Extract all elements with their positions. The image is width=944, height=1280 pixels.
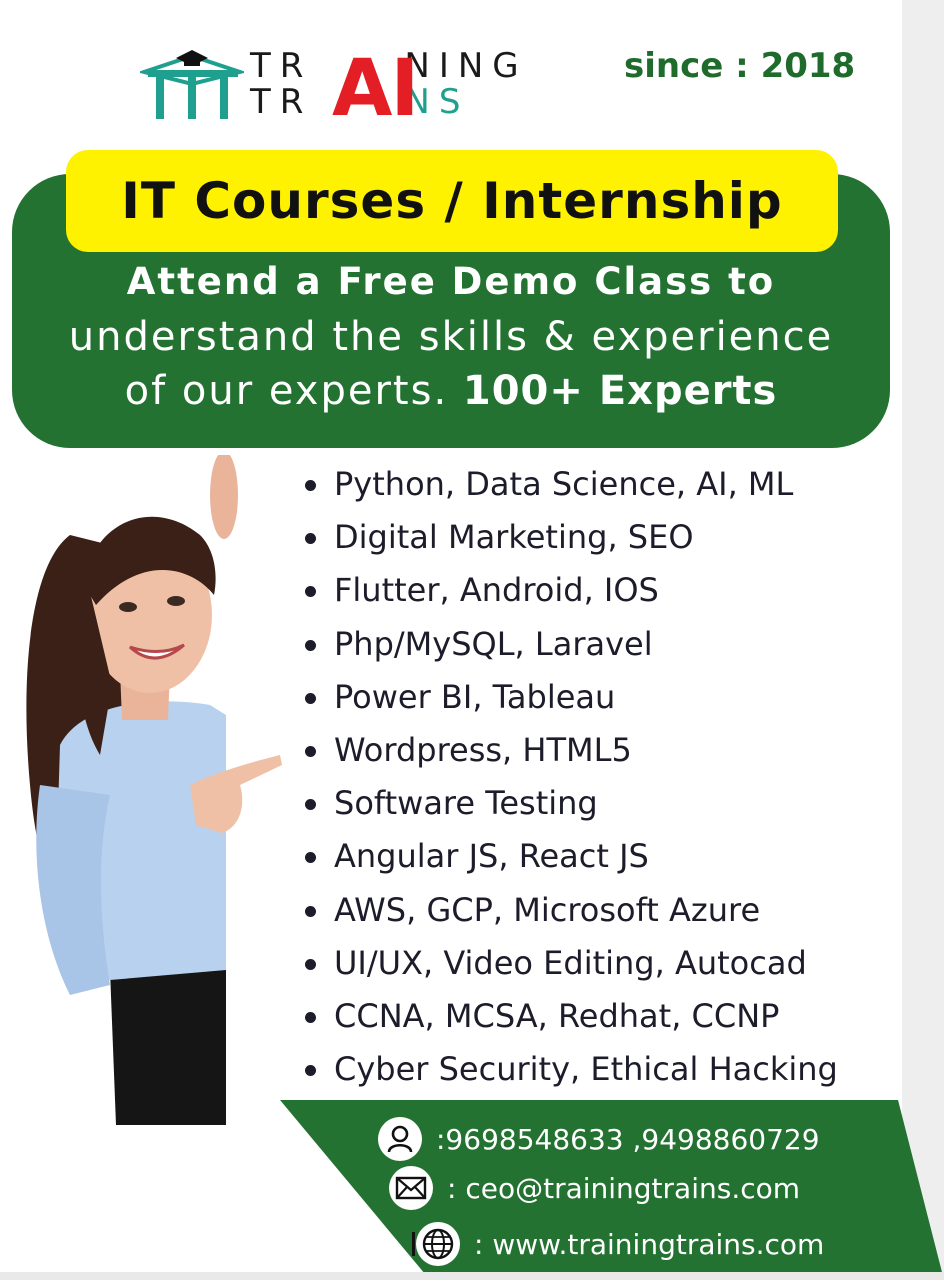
course-item: Wordpress, HTML5	[300, 724, 838, 777]
offer-line-1: Attend a Free Demo Class to	[126, 260, 776, 303]
page-bottom-edge	[0, 1272, 944, 1280]
bullet-icon	[305, 1065, 316, 1077]
contact-website: : www.trainingtrains.com	[416, 1222, 824, 1266]
offer-line-2: understand the skills & experience	[68, 314, 834, 360]
person-icon	[378, 1117, 422, 1161]
course-item: Flutter, Android, IOS	[300, 564, 838, 617]
bullet-icon	[305, 480, 316, 491]
offer-line-3: of our experts. 100+ Experts	[12, 368, 890, 414]
bullet-icon	[305, 905, 316, 917]
training-trains-logo: TR NING TR NS AI	[140, 40, 520, 130]
bullet-icon	[305, 852, 316, 864]
headline: IT Courses / Internship	[121, 172, 783, 230]
course-item: Python, Data Science, AI, ML	[300, 458, 838, 511]
bullet-icon	[305, 586, 316, 598]
gate-icon	[140, 50, 244, 119]
bullet-icon	[305, 639, 316, 651]
bullet-icon	[305, 958, 316, 970]
phone-numbers[interactable]: :9698548633 ,9498860729	[436, 1123, 820, 1156]
contact-email: : ceo@trainingtrains.com	[389, 1166, 800, 1210]
bullet-icon	[305, 692, 316, 704]
bullet-icon	[305, 799, 316, 811]
logo-ai-mark: AI	[332, 44, 419, 134]
email-address[interactable]: : ceo@trainingtrains.com	[447, 1172, 800, 1205]
course-item: AWS, GCP, Microsoft Azure	[300, 884, 838, 937]
bullet-icon	[305, 1011, 316, 1023]
headline-tag: IT Courses / Internship	[66, 150, 838, 252]
course-item: Power BI, Tableau	[300, 671, 838, 724]
divider-bar	[412, 1232, 415, 1256]
course-item: UI/UX, Video Editing, Autocad	[300, 937, 838, 990]
course-list: Python, Data Science, AI, ML Digital Mar…	[300, 458, 838, 1096]
course-item: Software Testing	[300, 777, 838, 830]
since-year: since : 2018	[624, 46, 856, 86]
bullet-icon	[305, 533, 316, 545]
course-item: CCNA, MCSA, Redhat, CCNP	[300, 990, 838, 1043]
page-margin	[902, 0, 944, 1280]
smiling-woman-photo	[26, 455, 300, 1135]
contact-phone: :9698548633 ,9498860729	[378, 1117, 820, 1161]
offer-line-3-regular: of our experts.	[124, 368, 449, 414]
website-url[interactable]: : www.trainingtrains.com	[474, 1228, 824, 1261]
globe-icon	[416, 1222, 460, 1266]
envelope-icon	[389, 1166, 433, 1210]
experts-count: 100+ Experts	[462, 368, 778, 414]
course-item: Angular JS, React JS	[300, 830, 838, 883]
course-item: Php/MySQL, Laravel	[300, 618, 838, 671]
course-item: Digital Marketing, SEO	[300, 511, 838, 564]
course-item: Cyber Security, Ethical Hacking	[300, 1043, 838, 1096]
bullet-icon	[305, 745, 316, 757]
